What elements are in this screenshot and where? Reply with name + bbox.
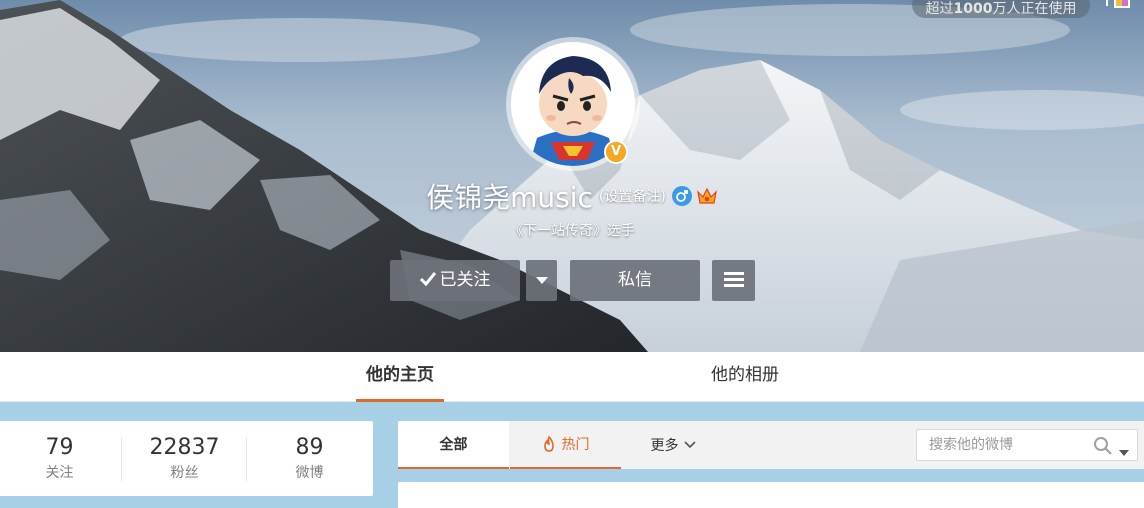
set-remark-link[interactable]: (设置备注): [599, 189, 666, 205]
tab-home[interactable]: 他的主页: [356, 352, 444, 402]
search-icon[interactable]: [1093, 436, 1113, 460]
feed-tab-more[interactable]: 更多: [638, 421, 708, 469]
follow-options-dropdown[interactable]: [526, 260, 557, 301]
stat-posts-count: 89: [295, 435, 324, 460]
cover-banner: 超过1000万人正在使用 V 侯锦尧music (设置备注) 《下一站传奇》选手…: [0, 0, 1144, 352]
user-count-banner[interactable]: 超过1000万人正在使用: [912, 0, 1090, 18]
weibo-search-box: [916, 429, 1138, 461]
stat-following[interactable]: 79 关注: [0, 421, 122, 496]
user-count-prefix: 超过: [925, 1, 954, 17]
search-scope-caret-icon[interactable]: [1119, 442, 1129, 461]
user-count-suffix: 万人正在使用: [992, 1, 1077, 17]
feed-post-card: [398, 482, 1144, 508]
hamburger-menu-icon: [723, 270, 744, 290]
flame-icon: [542, 424, 556, 472]
feed-filter-bar: 全部 热门 更多: [398, 421, 1144, 469]
following-button[interactable]: 已关注: [390, 260, 520, 301]
feed-tab-hot-label: 热门: [561, 437, 590, 453]
following-button-label: 已关注: [439, 270, 491, 290]
weibo-search-input[interactable]: [917, 430, 1087, 460]
profile-name: 侯锦尧music: [426, 181, 593, 214]
app-download-icon[interactable]: [1102, 0, 1132, 16]
profile-name-row: 侯锦尧music (设置备注): [0, 176, 1144, 216]
chevron-down-icon: [683, 421, 696, 469]
stat-followers-count: 22837: [149, 435, 220, 460]
stat-posts[interactable]: 89 微博: [247, 421, 372, 496]
member-crown-icon[interactable]: [696, 186, 718, 206]
feed-tab-hot[interactable]: 热门: [510, 421, 621, 469]
profile-tab-bar: 他的主页 他的相册: [0, 352, 1144, 402]
caret-down-icon: [535, 270, 548, 290]
user-count-number: 1000: [953, 1, 993, 17]
stat-following-count: 79: [45, 435, 74, 460]
private-message-button[interactable]: 私信: [570, 260, 700, 301]
stat-followers[interactable]: 22837 粉丝: [122, 421, 247, 496]
verified-badge-icon[interactable]: V: [604, 140, 628, 164]
feed-tab-all[interactable]: 全部: [398, 421, 509, 469]
stat-following-label: 关注: [45, 465, 74, 481]
tab-album[interactable]: 他的相册: [700, 352, 790, 402]
feed-tab-more-label: 更多: [650, 438, 679, 454]
male-gender-icon: [671, 186, 692, 206]
check-icon: [419, 261, 436, 302]
stat-posts-label: 微博: [295, 465, 324, 481]
more-menu-button[interactable]: [712, 260, 755, 301]
stat-followers-label: 粉丝: [170, 465, 199, 481]
profile-stats-card: 79 关注 22837 粉丝 89 微博: [0, 421, 373, 496]
profile-intro: 《下一站传奇》选手: [509, 223, 635, 239]
